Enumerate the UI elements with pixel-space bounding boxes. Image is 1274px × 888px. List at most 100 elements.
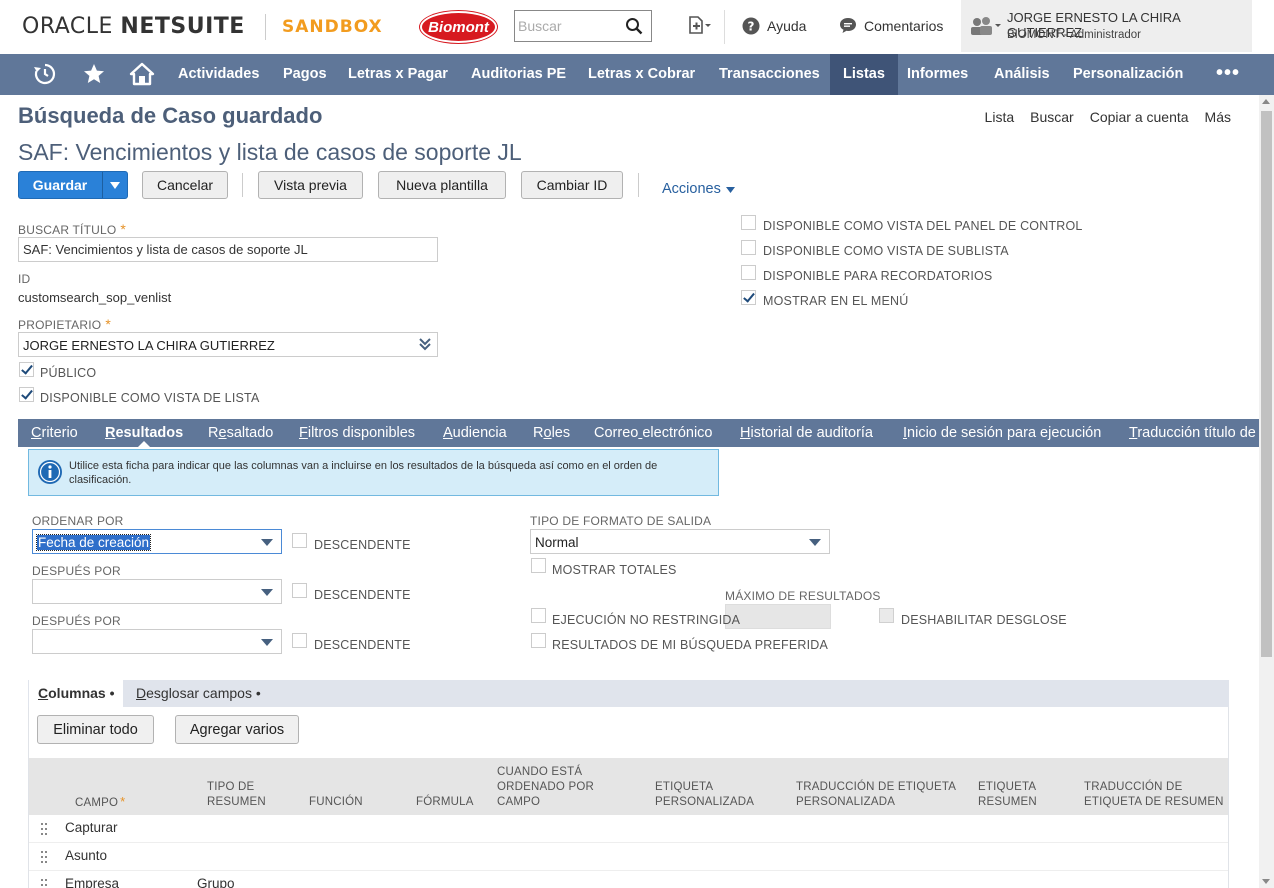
tab-historial-auditoria[interactable]: Historial de auditoría — [740, 419, 873, 447]
global-search[interactable] — [514, 10, 652, 42]
reminders-checkbox[interactable] — [741, 265, 756, 280]
disable-drilldown-label: DESHABILITAR DESGLOSE — [901, 613, 1067, 627]
svg-text:?: ? — [748, 20, 755, 34]
remove-all-button[interactable]: Eliminar todo — [37, 715, 154, 744]
header-funcion: FUNCIÓN — [309, 796, 363, 808]
nav-informes[interactable]: Informes — [907, 54, 968, 95]
output-type-select[interactable]: Normal — [530, 529, 830, 554]
search-input[interactable] — [518, 12, 623, 40]
comments-link[interactable]: Comentarios — [839, 17, 943, 34]
sublist-view-checkbox[interactable] — [741, 240, 756, 255]
new-template-button[interactable]: Nueva plantilla — [378, 171, 506, 199]
preview-button[interactable]: Vista previa — [258, 171, 363, 199]
link-lista[interactable]: Lista — [985, 109, 1015, 125]
sort-by-select[interactable]: Fecha de creación — [32, 529, 282, 554]
netsuite-logo[interactable]: ORACLE NETSUITE — [22, 14, 245, 39]
main-nav: Actividades Pagos Letras x Pagar Auditor… — [0, 54, 1274, 95]
list-view-checkbox[interactable] — [19, 387, 34, 402]
table-row[interactable]: Asunto — [29, 843, 1228, 871]
search-title-label: BUSCAR TÍTULO * — [18, 221, 127, 237]
nav-pagos[interactable]: Pagos — [283, 54, 327, 95]
save-button[interactable]: Guardar — [18, 171, 128, 199]
id-value: customsearch_sop_venlist — [18, 290, 172, 305]
nav-actividades[interactable]: Actividades — [178, 54, 259, 95]
tab-correo-electronico[interactable]: Correo electrónico — [594, 419, 712, 447]
header-traduccion-etiqueta: TRADUCCIÓN DE ETIQUETA PERSONALIZADA — [796, 781, 956, 808]
public-checkbox[interactable] — [19, 362, 34, 377]
nav-letras-x-cobrar[interactable]: Letras x Cobrar — [588, 54, 695, 95]
favorites-star-icon[interactable] — [82, 62, 106, 86]
chevron-down-icon — [261, 539, 273, 546]
table-row[interactable]: Capturar — [29, 815, 1228, 843]
caret-down-icon — [110, 181, 120, 189]
change-id-button[interactable]: Cambiar ID — [521, 171, 623, 199]
link-buscar[interactable]: Buscar — [1030, 109, 1074, 125]
actions-menu[interactable]: Acciones — [662, 181, 735, 197]
drag-handle-icon[interactable] — [41, 879, 49, 888]
dashboard-view-checkbox[interactable] — [741, 215, 756, 230]
header-etiqueta-resumen: ETIQUETA RESUMEN — [978, 781, 1037, 808]
drag-handle-icon[interactable] — [41, 851, 49, 863]
recent-records-icon[interactable] — [33, 62, 57, 86]
scrollbar-thumb[interactable] — [1261, 111, 1272, 657]
scroll-down-arrow-icon[interactable] — [1262, 879, 1270, 884]
tab-resaltado[interactable]: Resaltado — [208, 419, 273, 447]
nav-auditorias-pe[interactable]: Auditorias PE — [471, 54, 566, 95]
then-by-select-1[interactable] — [32, 579, 282, 604]
tab-roles[interactable]: Roles — [533, 419, 570, 447]
show-totals-label: MOSTRAR TOTALES — [552, 563, 677, 577]
owner-value: JORGE ERNESTO LA CHIRA GUTIERREZ — [23, 338, 275, 353]
search-icon[interactable] — [625, 17, 643, 35]
save-options-dropdown[interactable] — [102, 172, 127, 198]
tab-audiencia[interactable]: Audiencia — [443, 419, 507, 447]
nav-analisis[interactable]: Análisis — [994, 54, 1050, 95]
tab-inicio-sesion-ejecucion[interactable]: Inicio de sesión para ejecución — [903, 419, 1101, 447]
descending-label: DESCENDENTE — [314, 638, 411, 652]
chevron-down-icon — [809, 539, 821, 546]
preferred-results-label: RESULTADOS DE MI BÚSQUEDA PREFERIDA — [552, 638, 829, 652]
columns-tab-bar: Columnas • Desglosar campos • — [28, 680, 1229, 707]
comment-icon — [840, 18, 856, 33]
add-multiple-button[interactable]: Agregar varios — [175, 715, 299, 744]
nav-personalizacion[interactable]: Personalización — [1073, 54, 1183, 95]
nav-listas[interactable]: Listas — [830, 54, 898, 95]
scroll-up-arrow-icon[interactable] — [1262, 99, 1270, 104]
header-tipo-resumen: TIPO DE RESUMEN — [207, 781, 266, 808]
create-new-icon[interactable] — [686, 15, 712, 37]
preferred-results-checkbox[interactable] — [531, 633, 546, 648]
tab-criterio[interactable]: Criterio — [31, 419, 78, 447]
nav-letras-x-pagar[interactable]: Letras x Pagar — [348, 54, 448, 95]
unrestricted-checkbox[interactable] — [531, 608, 546, 623]
drag-handle-icon[interactable] — [41, 823, 49, 835]
sort-descending-checkbox[interactable] — [292, 533, 307, 548]
nav-more-menu[interactable]: ••• — [1216, 62, 1240, 85]
table-row[interactable]: Empresa Grupo — [29, 871, 1228, 888]
tab-traduccion-titulo[interactable]: Traducción título de — [1129, 419, 1256, 447]
then-by-select-2[interactable] — [32, 629, 282, 654]
page-scrollbar[interactable] — [1259, 95, 1274, 888]
top-header: ORACLE NETSUITE SANDBOX Biomont ? Ayuda … — [0, 0, 1274, 54]
tab-resultados[interactable]: Resultados — [105, 419, 183, 447]
user-menu[interactable]: JORGE ERNESTO LA CHIRA GUTIERREZ BIOMONT… — [961, 0, 1252, 52]
link-copiar-a-cuenta[interactable]: Copiar a cuenta — [1090, 109, 1189, 125]
info-text: Utilice esta ficha para indicar que las … — [69, 460, 658, 486]
link-mas[interactable]: Más — [1205, 109, 1231, 125]
help-link[interactable]: ? Ayuda — [742, 17, 806, 35]
tab-desglosar-campos[interactable]: Desglosar campos • — [127, 680, 270, 707]
owner-select[interactable]: JORGE ERNESTO LA CHIRA GUTIERREZ — [18, 332, 438, 357]
nav-transacciones[interactable]: Transacciones — [719, 54, 820, 95]
max-results-input[interactable] — [725, 604, 831, 629]
then-by-descending-checkbox-2[interactable] — [292, 633, 307, 648]
search-title-input[interactable] — [18, 237, 438, 262]
then-by-descending-checkbox-1[interactable] — [292, 583, 307, 598]
tab-columnas[interactable]: Columnas • — [29, 680, 124, 707]
tab-filtros-disponibles[interactable]: Filtros disponibles — [299, 419, 415, 447]
show-totals-checkbox[interactable] — [531, 558, 546, 573]
info-banner: Utilice esta ficha para indicar que las … — [28, 449, 719, 496]
then-by-label-1: DESPUÉS POR — [32, 564, 121, 578]
home-icon[interactable] — [129, 62, 155, 86]
comments-label: Comentarios — [864, 17, 944, 34]
subtab-bar: Criterio Resultados Resaltado Filtros di… — [18, 419, 1259, 447]
cancel-button[interactable]: Cancelar — [142, 171, 228, 199]
show-in-menu-checkbox[interactable] — [741, 290, 756, 305]
